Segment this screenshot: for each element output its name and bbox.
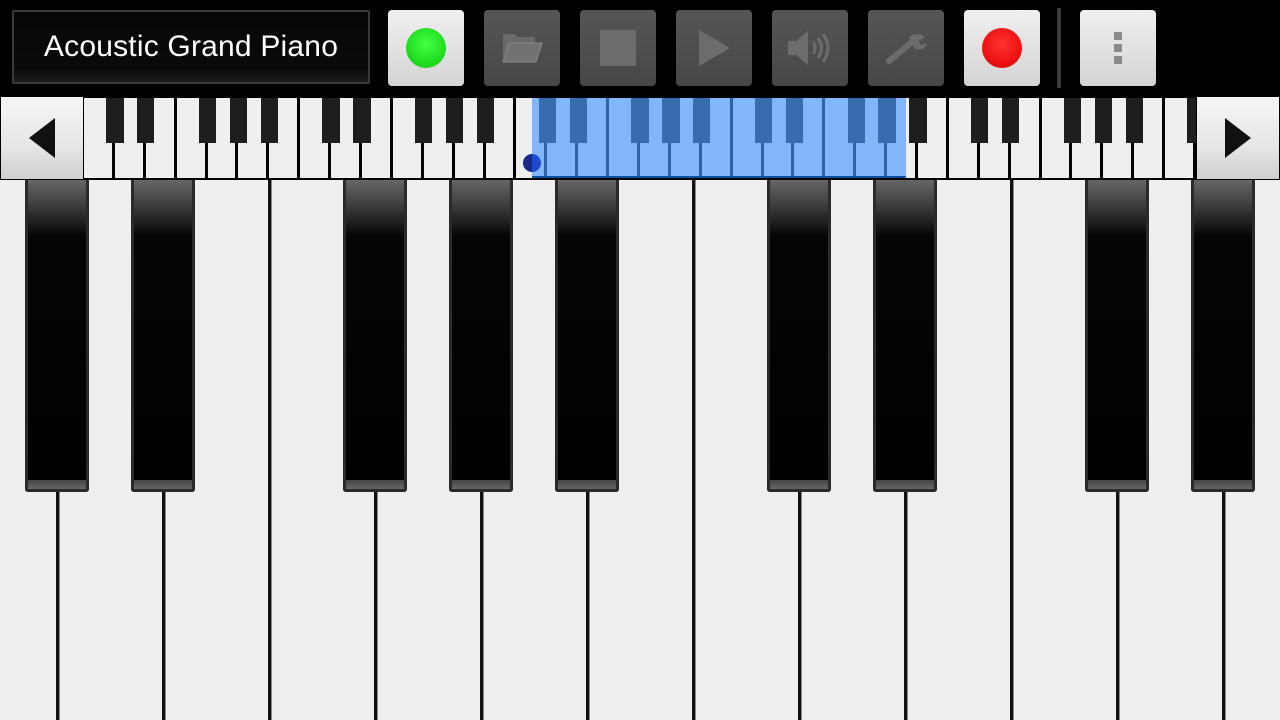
mini-black-key[interactable] — [971, 98, 989, 143]
piano-keyboard — [0, 180, 1280, 720]
mini-black-key[interactable] — [1002, 98, 1020, 143]
mini-black-key[interactable] — [1063, 98, 1082, 143]
play-button[interactable] — [676, 10, 752, 86]
black-key-d-sharp[interactable] — [873, 180, 937, 492]
black-key-lip — [452, 480, 510, 489]
black-key-f-sharp[interactable] — [343, 180, 407, 492]
toolbar-divider — [1057, 8, 1061, 88]
black-key-f-sharp[interactable] — [1085, 180, 1149, 492]
left-arrow-icon — [29, 118, 55, 158]
open-file-button[interactable] — [484, 10, 560, 86]
instrument-status-button[interactable] — [388, 10, 464, 86]
mini-black-key[interactable] — [476, 98, 495, 143]
black-key-g-sharp[interactable] — [449, 180, 513, 492]
stop-icon — [600, 30, 636, 66]
range-drag-handle[interactable] — [522, 154, 541, 172]
mini-black-key[interactable] — [229, 98, 248, 143]
play-icon — [699, 30, 730, 66]
key-divider — [692, 180, 695, 720]
scroll-right-button[interactable] — [1197, 97, 1279, 179]
mini-black-key[interactable] — [322, 98, 340, 143]
black-key-lip — [346, 480, 404, 489]
right-arrow-icon — [1225, 118, 1251, 158]
mini-black-key[interactable] — [1094, 98, 1112, 143]
record-icon — [982, 28, 1022, 68]
mini-black-key[interactable] — [353, 98, 371, 143]
black-key-a-sharp[interactable] — [555, 180, 619, 492]
keyboard-navigator — [0, 96, 1280, 180]
key-divider — [1010, 180, 1013, 720]
black-key-lip — [876, 480, 934, 489]
mini-black-key[interactable] — [137, 98, 155, 143]
speaker-icon — [788, 31, 830, 65]
instrument-name: Acoustic Grand Piano — [43, 30, 339, 63]
mini-black-key[interactable] — [415, 98, 433, 143]
green-dot-icon — [406, 28, 446, 68]
mini-black-key[interactable] — [198, 98, 217, 143]
black-key-g-sharp[interactable] — [1191, 180, 1255, 492]
scroll-left-button[interactable] — [1, 97, 83, 179]
black-key-d-sharp[interactable] — [131, 180, 195, 492]
black-key-lip — [1194, 480, 1252, 489]
instrument-selector[interactable]: Acoustic Grand Piano — [12, 10, 370, 84]
key-divider — [268, 180, 271, 720]
black-key-c-sharp[interactable] — [25, 180, 89, 492]
mini-black-key[interactable] — [446, 98, 464, 143]
overflow-menu-button[interactable] — [1080, 10, 1156, 86]
mini-black-key[interactable] — [1187, 98, 1196, 143]
folder-icon — [502, 34, 543, 63]
record-button[interactable] — [964, 10, 1040, 86]
black-key-lip — [1088, 480, 1146, 489]
black-key-c-sharp[interactable] — [767, 180, 831, 492]
volume-button[interactable] — [772, 10, 848, 86]
black-key-lip — [558, 480, 616, 489]
wrench-icon — [886, 34, 927, 64]
mini-black-key[interactable] — [1125, 98, 1143, 143]
black-key-lip — [770, 480, 828, 489]
toolbar: Acoustic Grand Piano — [0, 0, 1280, 96]
black-key-lip — [134, 480, 192, 489]
mini-black-key[interactable] — [909, 98, 927, 143]
visible-range-selector[interactable] — [531, 98, 906, 178]
mini-black-key[interactable] — [260, 98, 278, 143]
stop-button[interactable] — [580, 10, 656, 86]
black-key-lip — [28, 480, 86, 489]
vertical-dots-icon — [1114, 32, 1122, 64]
settings-button[interactable] — [868, 10, 944, 86]
mini-black-key[interactable] — [106, 98, 124, 143]
